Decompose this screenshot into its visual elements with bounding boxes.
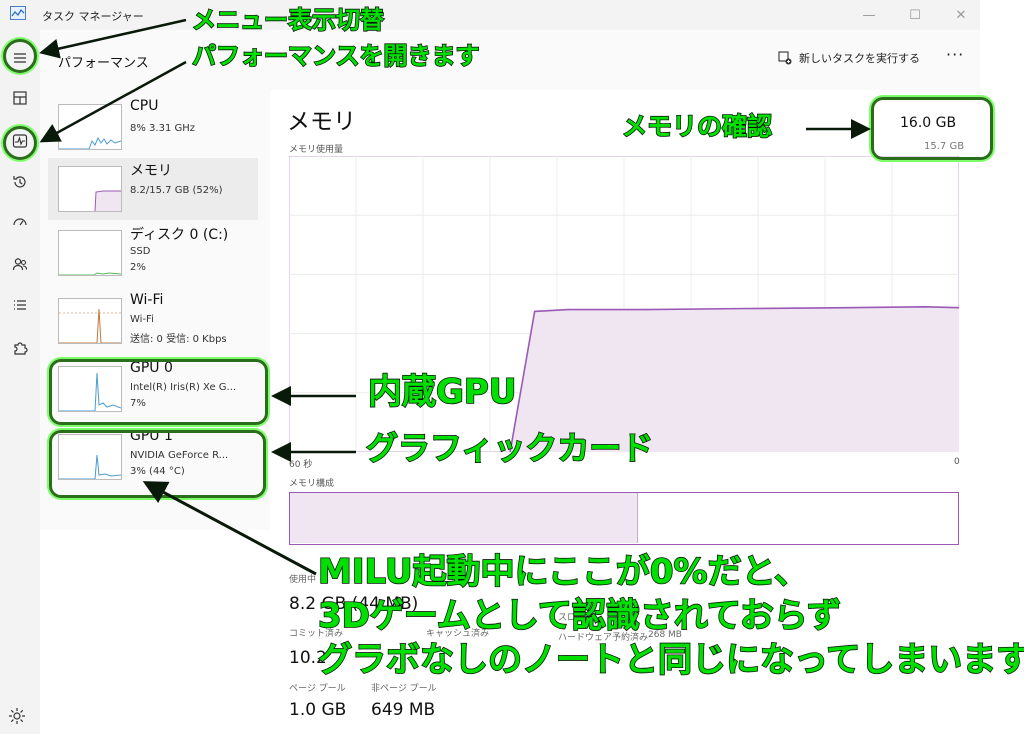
cpu-thumbnail-graph xyxy=(58,104,122,150)
annotation-note-line1: MILU起動中にここが0%だと、 xyxy=(317,552,809,592)
device-name: メモリ xyxy=(130,163,172,179)
device-detail: 8% 3.31 GHz xyxy=(130,123,196,134)
device-name: CPU xyxy=(130,98,159,114)
device-name: ディスク 0 (C:) xyxy=(130,227,229,243)
run-new-task-label: 新しいタスクを実行する xyxy=(799,52,920,65)
nav-services[interactable] xyxy=(6,334,34,362)
task-manager-app-icon xyxy=(10,6,26,20)
memory-composition-bar xyxy=(289,492,959,545)
memory-composition-used xyxy=(290,493,638,543)
memory-thumbnail-graph xyxy=(58,166,122,212)
nav-users[interactable] xyxy=(6,250,34,278)
device-throughput: 送信: 0 受信: 0 Kbps xyxy=(130,334,227,345)
memory-usage-point xyxy=(567,308,569,311)
new-task-icon xyxy=(778,51,792,65)
paged-pool-value: 1.0 GB xyxy=(289,700,347,720)
nav-processes[interactable] xyxy=(6,84,34,112)
annotation-perf-open: パフォーマンスを開きます xyxy=(191,42,480,70)
annotation-memory-check: メモリの確認 xyxy=(621,112,773,141)
memory-usage-point xyxy=(734,307,737,310)
memory-composition-label: メモリ構成 xyxy=(289,479,335,489)
annotation-note-line3: グラボなしのノートと同じになってしまいます。 xyxy=(317,640,1024,680)
more-options-button[interactable]: ··· xyxy=(946,45,964,64)
annotation-graphics-card: グラフィックカード xyxy=(365,429,654,467)
x-axis-start-label: 60 秒 xyxy=(289,460,313,470)
device-item-cpu[interactable]: CPU 8% 3.31 GHz xyxy=(48,96,258,158)
annotation-integrated-gpu: 内蔵GPU xyxy=(367,372,517,412)
memory-usage-point xyxy=(924,305,927,308)
device-item-wifi[interactable]: Wi-Fi Wi-Fi 送信: 0 受信: 0 Kbps xyxy=(48,290,258,352)
device-name: Wi-Fi xyxy=(130,292,164,308)
memory-title: メモリ xyxy=(287,109,356,135)
app-title: タスク マネージャー xyxy=(42,10,144,23)
annotation-ring-memory-total xyxy=(871,97,993,160)
memory-usage-label: メモリ使用量 xyxy=(289,145,344,155)
nav-startup[interactable] xyxy=(6,208,34,236)
annotation-menu-toggle: メニュー表示切替 xyxy=(191,6,385,34)
device-detail: Wi-Fi xyxy=(130,314,154,325)
maximize-button[interactable]: ☐ xyxy=(892,0,938,30)
annotation-ring-menu xyxy=(3,39,37,73)
device-item-disk[interactable]: ディスク 0 (C:) SSD 2% xyxy=(48,222,258,284)
startup-speedometer-icon xyxy=(13,218,27,226)
processes-icon xyxy=(13,91,27,105)
device-detail: SSD xyxy=(130,246,151,257)
users-icon xyxy=(12,258,28,271)
annotation-ring-gpu0 xyxy=(49,359,268,425)
device-usage: 2% xyxy=(130,262,146,273)
nonpaged-pool-label: 非ページ プール xyxy=(371,684,437,694)
title-bar: タスク マネージャー — ☐ ✕ xyxy=(0,0,980,30)
nav-app-history[interactable] xyxy=(6,168,34,196)
page-header: パフォーマンス 新しいタスクを実行する ··· xyxy=(40,30,980,90)
in-use-label: 使用中 xyxy=(289,575,317,585)
services-puzzle-icon xyxy=(14,342,28,355)
page-title: パフォーマンス xyxy=(58,56,149,71)
memory-usage-point xyxy=(846,306,849,309)
device-item-memory[interactable]: メモリ 8.2/15.7 GB (52%) xyxy=(48,158,258,220)
history-icon xyxy=(13,176,26,188)
settings-gear-icon[interactable] xyxy=(7,706,27,726)
annotation-note-line2: 3Dゲームとして認識されておらず xyxy=(317,596,842,636)
x-axis-end-label: 0 xyxy=(954,457,960,467)
close-button[interactable]: ✕ xyxy=(938,0,984,30)
device-detail: 8.2/15.7 GB (52%) xyxy=(130,185,223,196)
memory-usage-point xyxy=(533,310,536,313)
run-new-task-button[interactable]: 新しいタスクを実行する xyxy=(778,50,920,66)
nonpaged-pool-value: 649 MB xyxy=(371,700,436,720)
disk-thumbnail-graph xyxy=(58,230,122,276)
annotation-ring-gpu1 xyxy=(49,430,266,498)
memory-usage-point xyxy=(645,308,648,311)
details-list-icon xyxy=(14,300,26,310)
annotation-ring-performance xyxy=(3,126,37,160)
paged-pool-label: ページ プール xyxy=(289,684,346,694)
nav-details[interactable] xyxy=(6,291,34,319)
wifi-thumbnail-graph xyxy=(58,298,122,344)
minimize-button[interactable]: — xyxy=(846,0,892,30)
